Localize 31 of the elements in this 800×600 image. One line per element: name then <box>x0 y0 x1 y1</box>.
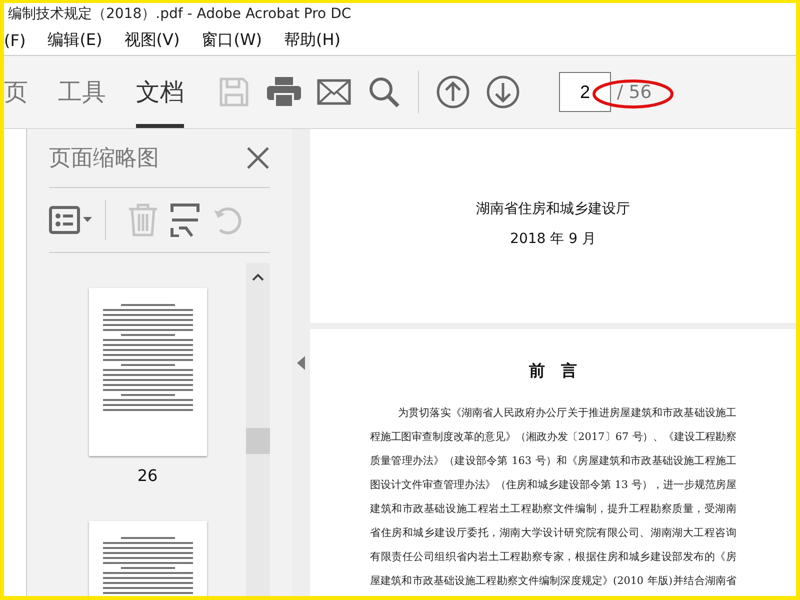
page-count: / 56 <box>617 82 652 102</box>
page-thumbnail[interactable] <box>88 288 206 456</box>
scrollbar-thumb[interactable] <box>246 428 270 454</box>
close-icon[interactable] <box>246 146 270 170</box>
menu-item[interactable]: 窗口(W) <box>202 30 262 50</box>
extract-pages-icon[interactable] <box>170 203 200 237</box>
tab[interactable]: 页 <box>4 56 28 128</box>
cover-text: 湖南省住房和城乡建设厅 <box>476 200 630 218</box>
tab[interactable]: 工具 <box>58 56 106 128</box>
window-title: 编制技术规定（2018）.pdf - Adobe Acrobat Pro DC <box>8 5 352 23</box>
menu-item[interactable]: 视图(V) <box>124 30 180 50</box>
paragraph-line: 屋建筑和市政基础设施工程勘察文件编制深度规定》(2010 年版)并结合湖南省 <box>370 574 736 589</box>
panel-title: 页面缩略图 <box>49 145 159 173</box>
paragraph-line: 有限责任公司组织省内岩土工程勘察专家，根据住房和城乡建设部发布的《房 <box>370 550 736 565</box>
cover-text: 2018 年 9 月 <box>510 230 596 248</box>
chevron-up-icon[interactable] <box>252 273 264 281</box>
paragraph-line: 建筑和市政基础设施工程岩土工程勘察文件编制，提升工程勘察质量，受湖南 <box>370 502 736 517</box>
page-number-label: 26 <box>137 466 158 485</box>
paragraph-line: 质量管理办法》（建设部令第 163 号）和《房屋建筑和市政基础设施工程施工 <box>370 454 736 469</box>
scrollbar[interactable] <box>246 263 270 596</box>
paragraph-line: 为贯切落实《湖南省人民政府办公厅关于推进房屋建筑和市政基础设施工 <box>398 406 736 421</box>
menu-item[interactable]: 编辑(E) <box>48 30 102 50</box>
menu-item[interactable]: (F) <box>4 30 26 50</box>
paragraph-line: 程施工图审查制度改革的意见》（湘政办发〔2017〕67 号）、《建设工程勘察 <box>370 430 736 445</box>
paragraph-line: 省住房和城乡建设厅委托，湖南大学设计研究院有限公司、湖南湖大工程咨询 <box>370 526 736 541</box>
menu-item[interactable]: 帮助(H) <box>284 30 341 50</box>
paragraph-line: 图设计文件审查管理办法》（住房和城乡建设部令第 13 号），进一步规范房屋 <box>370 478 736 493</box>
section-heading: 前 言 <box>529 361 577 382</box>
collapse-arrow-icon[interactable] <box>297 356 305 370</box>
page-number-field[interactable]: 2 <box>559 72 611 112</box>
options-menu-icon[interactable] <box>49 206 93 234</box>
